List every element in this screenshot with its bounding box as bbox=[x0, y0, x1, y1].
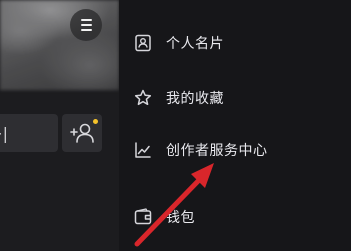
star-icon bbox=[133, 88, 153, 108]
drawer-item-label: 创作者服务中心 bbox=[166, 143, 268, 159]
id-card-icon bbox=[133, 33, 153, 53]
profile-page-background: +| bbox=[0, 0, 119, 251]
drawer-item-creator-center[interactable]: 创作者服务中心 bbox=[119, 130, 351, 170]
wallet-icon bbox=[133, 207, 153, 227]
drawer-item-label: 钱包 bbox=[166, 210, 195, 226]
drawer-item-wallet[interactable]: 钱包 bbox=[119, 197, 351, 237]
side-drawer: 个人名片 我的收藏 创作者服务中心 钱包 bbox=[119, 0, 351, 251]
drawer-item-label: 我的收藏 bbox=[166, 91, 224, 107]
add-friend-button[interactable] bbox=[62, 114, 102, 152]
trend-chart-icon bbox=[133, 140, 153, 160]
hamburger-menu-icon[interactable] bbox=[70, 9, 102, 41]
notification-dot bbox=[93, 119, 98, 124]
drawer-item-favorites[interactable]: 我的收藏 bbox=[119, 78, 351, 118]
drawer-item-profile-card[interactable]: 个人名片 bbox=[119, 23, 351, 63]
edit-profile-button[interactable]: +| bbox=[0, 114, 58, 152]
drawer-item-label: 个人名片 bbox=[166, 36, 224, 52]
app-screen: +| 个人名片 bbox=[0, 0, 351, 251]
edit-profile-label: +| bbox=[0, 123, 8, 143]
